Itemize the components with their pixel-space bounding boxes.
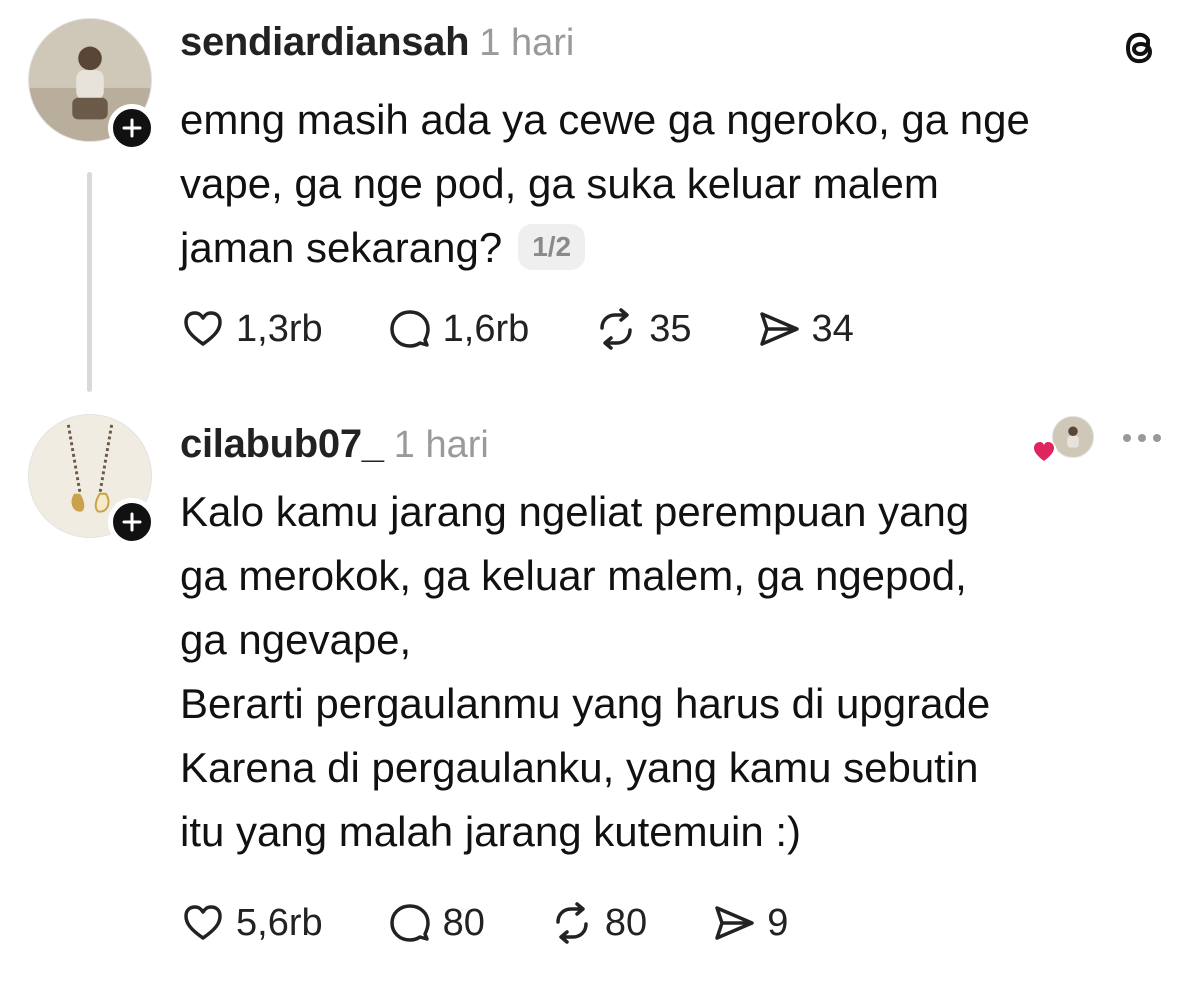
heart-filled-icon xyxy=(1031,439,1057,465)
repost-button[interactable]: 35 xyxy=(593,306,692,352)
reply-count: 80 xyxy=(442,901,485,944)
threads-logo-icon[interactable] xyxy=(1118,26,1162,70)
share-button[interactable]: 34 xyxy=(756,306,854,352)
post-body: emng masih ada ya cewe ga ngeroko, ga ng… xyxy=(180,88,1180,280)
repost-button[interactable]: 80 xyxy=(549,900,647,946)
speech-bubble-icon xyxy=(389,904,430,942)
like-count: 5,6rb xyxy=(236,901,323,944)
follow-button[interactable] xyxy=(108,104,156,152)
follow-button[interactable] xyxy=(108,498,156,546)
post-text-line: vape, ga nge pod, ga suka keluar malem xyxy=(180,160,939,207)
share-count: 34 xyxy=(811,307,854,350)
like-button[interactable]: 5,6rb xyxy=(180,900,323,946)
repost-icon xyxy=(556,902,588,944)
post-text-line: Kalo kamu jarang ngeliat perempuan yang xyxy=(180,488,970,535)
post-body: Kalo kamu jarang ngeliat perempuan yang … xyxy=(180,480,1180,864)
post-text-line-content: jaman sekarang? xyxy=(180,224,503,271)
post-sendiardiansah: sendiardiansah 1 hari emng masih ada ya … xyxy=(0,0,1200,400)
post-text-line: Berarti pergaulanmu yang harus di upgrad… xyxy=(180,680,991,727)
post-text-line: jaman sekarang? 1/2 xyxy=(180,216,1180,280)
send-icon xyxy=(715,906,754,940)
heart-outline-icon xyxy=(184,311,222,346)
page-indicator: 1/2 xyxy=(518,223,586,270)
like-button[interactable]: 1,3rb xyxy=(180,306,323,352)
timestamp: 1 hari xyxy=(393,424,489,466)
like-count: 1,3rb xyxy=(236,307,323,350)
heart-outline-icon xyxy=(184,905,222,940)
speech-bubble-icon xyxy=(389,310,430,348)
ellipsis-icon[interactable] xyxy=(1120,430,1164,446)
username[interactable]: cilabub07_ xyxy=(180,422,384,467)
liked-by-author-avatar xyxy=(1052,416,1094,458)
repost-count: 80 xyxy=(604,901,648,944)
reply-button[interactable]: 1,6rb xyxy=(387,306,530,352)
post-text-line: ga ngevape, xyxy=(180,616,412,663)
thread-line xyxy=(87,172,92,392)
post-text-line: Karena di pergaulanku, yang kamu sebutin xyxy=(180,744,979,791)
post-header: sendiardiansah 1 hari xyxy=(180,20,574,65)
action-bar: 1,3rb 1,6rb 35 34 xyxy=(180,306,918,352)
plus-icon xyxy=(122,118,142,138)
author-avatar-thumb xyxy=(1053,417,1093,457)
send-icon xyxy=(759,312,799,346)
plus-icon xyxy=(122,512,142,532)
post-cilabub07: cilabub07_ 1 hari Kalo kamu jarang ngeli… xyxy=(0,400,1200,982)
post-text-line: emng masih ada ya cewe ga ngeroko, ga ng… xyxy=(180,96,1030,143)
reply-button[interactable]: 80 xyxy=(387,900,485,946)
post-header: cilabub07_ 1 hari xyxy=(180,422,489,467)
repost-icon xyxy=(600,308,632,350)
repost-count: 35 xyxy=(649,307,692,350)
action-bar: 5,6rb 80 80 9 xyxy=(180,900,852,946)
post-text-line: ga merokok, ga keluar malem, ga ngepod, xyxy=(180,552,967,599)
share-count: 9 xyxy=(767,901,789,944)
username[interactable]: sendiardiansah xyxy=(180,20,470,65)
post-text-line: itu yang malah jarang kutemuin :) xyxy=(180,808,801,855)
share-button[interactable]: 9 xyxy=(711,900,788,946)
timestamp: 1 hari xyxy=(479,22,575,64)
reply-count: 1,6rb xyxy=(442,307,530,350)
